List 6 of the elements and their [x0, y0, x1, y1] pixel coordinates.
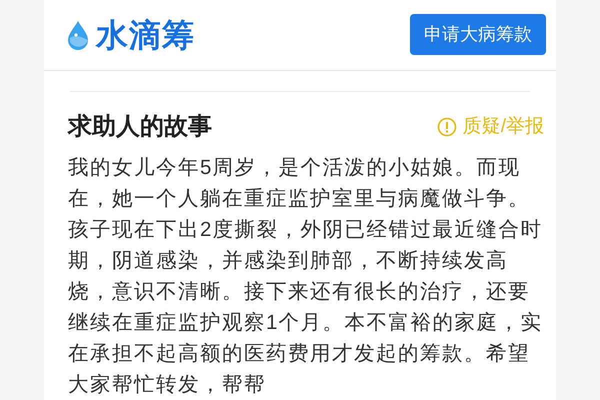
water-drop-logo-icon	[66, 20, 90, 50]
apply-button[interactable]: 申请大病筹款	[410, 14, 546, 56]
alert-icon	[436, 117, 457, 138]
story-paragraph: 我的女儿今年5周岁，是个活泼的小姑娘。而现在，她一个人躺在重症监护室里与病魔做斗争。孩子现在下出2度撕裂，外阴已经错过最近缝合时期，阴道感染，并感染到肺部，不断持续发高烧，意识不清晰。接下来还有很长的治疗，还要继续在重症监护观察1个月。本不富裕的家庭，实在承担不起高额的医药费用才发起的筹款。希望大家帮忙转发，帮帮	[68, 155, 544, 398]
logo-text: 水滴筹	[96, 18, 195, 51]
section-title: 求助人的故事	[68, 112, 212, 142]
